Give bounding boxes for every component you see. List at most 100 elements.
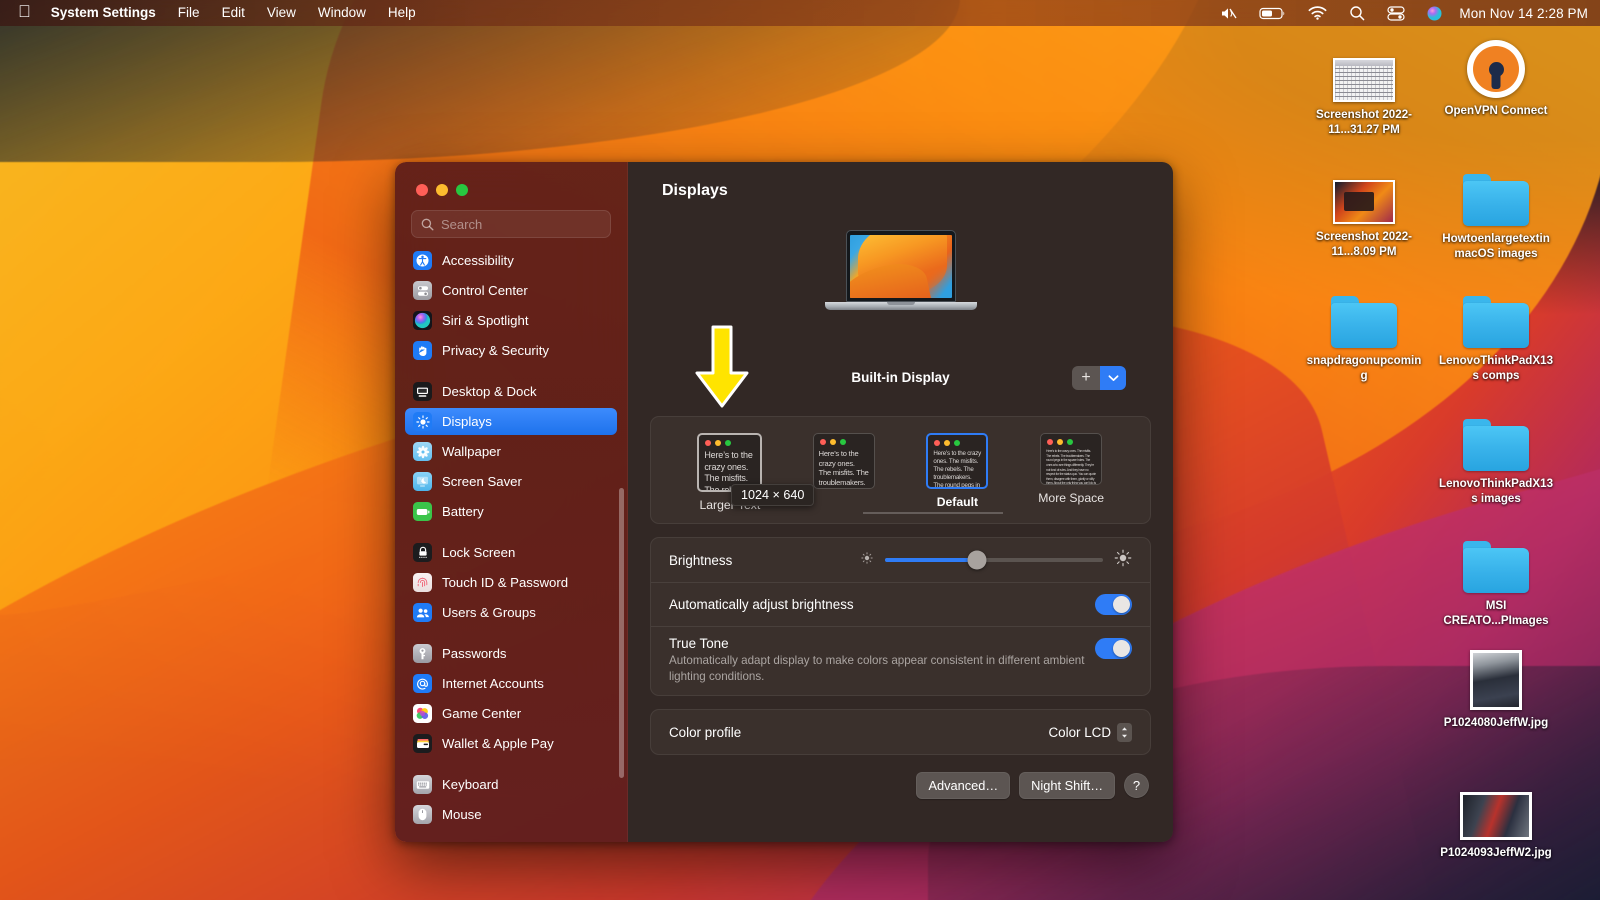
wifi-icon[interactable] — [1297, 6, 1338, 20]
content-pane: Displays Built-in Display + Here’s to th… — [628, 162, 1173, 842]
resolution-slider-track[interactable] — [863, 512, 1003, 514]
sidebar-item-touch-id[interactable]: Touch ID & Password — [405, 569, 617, 596]
menu-window[interactable]: Window — [307, 0, 377, 26]
desktop-icon-folder-lenovo-images[interactable]: LenovoThinkPadX13s images — [1437, 409, 1555, 507]
sidebar-nav-list[interactable]: Accessibility Control Center Siri & Spot… — [395, 247, 627, 842]
add-display-button[interactable]: + — [1072, 366, 1100, 390]
folder-icon — [1463, 409, 1529, 471]
true-tone-toggle[interactable] — [1095, 638, 1132, 659]
mouse-icon — [413, 805, 432, 824]
resolution-label: Default — [936, 495, 979, 509]
sidebar-item-label: Displays — [442, 414, 492, 429]
advanced-button[interactable]: Advanced… — [916, 772, 1011, 800]
sidebar-item-screen-saver[interactable]: Screen Saver — [405, 468, 617, 495]
desktop-icon-folder-lenovo-comps[interactable]: LenovoThinkPadX13s comps — [1437, 286, 1555, 384]
menu-bar-status: Mon Nov 14 2:28 PM — [1209, 5, 1588, 21]
control-center-icon[interactable] — [1376, 5, 1416, 21]
sidebar-item-users-groups[interactable]: Users & Groups — [405, 599, 617, 626]
folder-icon — [1463, 286, 1529, 348]
apple-logo-icon[interactable]:  — [10, 0, 40, 26]
brightness-slider[interactable] — [860, 549, 1132, 572]
desktop-icon-label: Screenshot 2022-11...8.09 PM — [1315, 230, 1413, 259]
help-button[interactable]: ? — [1124, 773, 1149, 799]
sidebar-item-siri-spotlight[interactable]: Siri & Spotlight — [405, 307, 617, 334]
macbook-base — [824, 302, 977, 310]
sidebar-item-label: Game Center — [442, 706, 522, 721]
desktop-icon-folder-msi[interactable]: MSI CREATO...PImages — [1437, 531, 1555, 629]
sidebar-item-displays[interactable]: Displays — [405, 408, 617, 435]
photo-thumbnail — [1460, 778, 1532, 840]
resolution-label: More Space — [1038, 491, 1104, 505]
sidebar-item-game-center[interactable]: Game Center — [405, 700, 617, 727]
search-input[interactable]: Search — [411, 210, 611, 238]
menu-file[interactable]: File — [167, 0, 211, 26]
sidebar-item-label: Accessibility — [442, 253, 514, 268]
annotation-arrow-down-icon — [693, 325, 751, 408]
footer-buttons: Advanced… Night Shift… ? — [628, 755, 1173, 800]
color-profile-popup[interactable]: Color LCD — [1048, 722, 1132, 742]
macbook-illustration[interactable] — [824, 230, 977, 310]
auto-brightness-label: Automatically adjust brightness — [669, 597, 854, 612]
menu-app-name[interactable]: System Settings — [40, 0, 167, 26]
night-shift-button[interactable]: Night Shift… — [1019, 772, 1115, 800]
minimize-button[interactable] — [436, 184, 448, 196]
mute-icon[interactable] — [1209, 6, 1248, 21]
search-icon — [421, 218, 434, 231]
brightness-knob[interactable] — [967, 550, 987, 570]
menu-clock[interactable]: Mon Nov 14 2:28 PM — [1453, 6, 1588, 21]
sidebar-scrollbar[interactable] — [619, 488, 624, 778]
add-display-button-group[interactable]: + — [1072, 366, 1126, 390]
desktop-icon-folder-howto[interactable]: HowtoenlargetextinmacOS images — [1437, 164, 1555, 262]
siri-icon[interactable] — [1416, 6, 1453, 21]
sidebar-item-lock-screen[interactable]: Lock Screen — [405, 539, 617, 566]
brightness-settings-card: Brightness Automatically adjust brightne… — [650, 537, 1151, 697]
chevron-updown-icon[interactable] — [1117, 722, 1132, 742]
sidebar-item-mouse[interactable]: Mouse — [405, 801, 617, 828]
window-titlebar — [395, 162, 627, 210]
menu-help[interactable]: Help — [377, 0, 427, 26]
close-button[interactable] — [416, 184, 428, 196]
at-sign-icon — [413, 674, 432, 693]
color-profile-row: Color profile Color LCD — [651, 710, 1150, 754]
true-tone-description: Automatically adapt display to make colo… — [669, 654, 1085, 683]
color-profile-control[interactable]: Color LCD — [1048, 722, 1132, 742]
desktop-icon-photo-jeffw2[interactable]: P1024093JeffW2.jpg — [1437, 778, 1555, 860]
desktop-icon-photo-jeffw[interactable]: P1024080JeffW.jpg — [1437, 648, 1555, 730]
add-display-chevron-down-icon[interactable] — [1100, 366, 1126, 390]
auto-brightness-row: Automatically adjust brightness — [651, 582, 1150, 626]
sidebar-item-battery[interactable]: Battery — [405, 498, 617, 525]
color-profile-value: Color LCD — [1048, 724, 1111, 740]
desktop-icon-openvpn[interactable]: OpenVPN Connect — [1437, 36, 1555, 118]
search-icon[interactable] — [1338, 5, 1376, 21]
photo-thumbnail — [1470, 648, 1522, 710]
sidebar-item-accessibility[interactable]: Accessibility — [405, 247, 617, 274]
auto-brightness-toggle[interactable] — [1095, 594, 1132, 615]
folder-icon — [1463, 164, 1529, 226]
desktop-icon-screenshot-1[interactable]: Screenshot 2022-11...31.27 PM — [1305, 40, 1423, 138]
desktop-icon-label: snapdragonupcoming — [1306, 354, 1422, 383]
color-profile-label: Color profile — [669, 724, 742, 740]
zoom-button[interactable] — [456, 184, 468, 196]
desktop-icon-label: P1024080JeffW.jpg — [1443, 716, 1549, 729]
sidebar-item-internet-accounts[interactable]: Internet Accounts — [405, 670, 617, 697]
sidebar-item-wallpaper[interactable]: Wallpaper — [405, 438, 617, 465]
menu-edit[interactable]: Edit — [211, 0, 256, 26]
desktop-icon-folder-snapdragon[interactable]: snapdragonupcoming — [1305, 286, 1423, 384]
openvpn-app-icon — [1467, 36, 1525, 98]
sidebar-item-passwords[interactable]: Passwords — [405, 640, 617, 667]
battery-icon — [413, 502, 432, 521]
traffic-lights — [416, 184, 468, 196]
desktop-icon-screenshot-2[interactable]: Screenshot 2022-11...8.09 PM — [1305, 162, 1423, 260]
sidebar-item-keyboard[interactable]: Keyboard — [405, 771, 617, 798]
sidebar-item-wallet-apple-pay[interactable]: Wallet & Apple Pay — [405, 730, 617, 757]
sidebar-item-desktop-dock[interactable]: Desktop & Dock — [405, 378, 617, 405]
resolution-preview-text: Here’s to the crazy ones. The misfits. T… — [933, 450, 982, 489]
resolution-option-default[interactable]: Here’s to the crazy ones. The misfits. T… — [911, 433, 1003, 509]
resolution-option-more-space[interactable]: Here’s to the crazy ones. The misfits. T… — [1025, 433, 1117, 505]
content-header: Displays — [628, 162, 1173, 220]
battery-icon[interactable] — [1248, 6, 1297, 20]
menu-view[interactable]: View — [256, 0, 307, 26]
sidebar-item-privacy-security[interactable]: Privacy & Security — [405, 337, 617, 364]
brightness-track[interactable] — [885, 550, 1103, 570]
sidebar-item-control-center[interactable]: Control Center — [405, 277, 617, 304]
